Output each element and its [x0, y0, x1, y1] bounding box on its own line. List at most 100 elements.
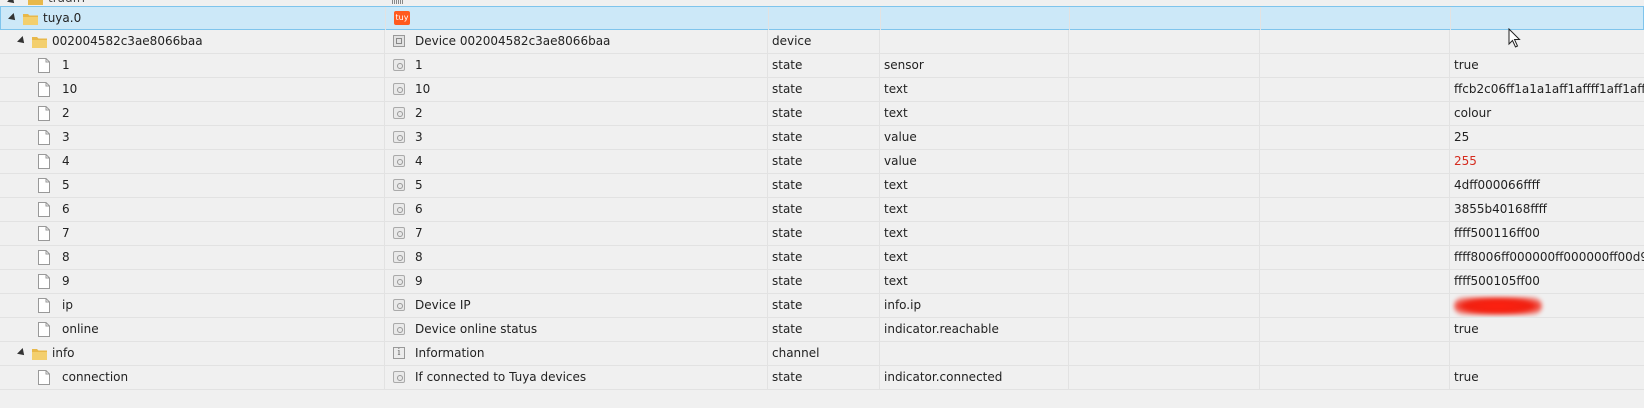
- value-cell[interactable]: ffff500116ff00: [1450, 222, 1644, 245]
- value-cell[interactable]: 3855b40168ffff: [1450, 198, 1644, 221]
- function-cell[interactable]: [1260, 222, 1450, 245]
- file-icon: [38, 250, 50, 265]
- room-cell[interactable]: [1069, 150, 1260, 173]
- function-cell[interactable]: [1260, 318, 1450, 341]
- value-cell[interactable]: 25: [1450, 126, 1644, 149]
- tree-row[interactable]: 2 2 state text colour: [0, 102, 1644, 126]
- name-cell[interactable]: online: [0, 318, 385, 341]
- name-cell[interactable]: ip: [0, 294, 385, 317]
- description-text: 2: [415, 106, 423, 120]
- name-cell[interactable]: 5: [0, 174, 385, 197]
- room-cell[interactable]: [1069, 294, 1260, 317]
- tree-row[interactable]: 8 8 state text ffff8006ff000000ff000000ff00d…: [0, 246, 1644, 270]
- state-icon: [393, 371, 405, 383]
- tree-row[interactable]: 9 9 state text ffff500105ff00: [0, 270, 1644, 294]
- node-name: online: [62, 322, 99, 336]
- name-cell[interactable]: info: [0, 342, 385, 365]
- expand-arrow-icon[interactable]: [17, 36, 27, 46]
- function-cell[interactable]: [1260, 126, 1450, 149]
- description-cell: Device online status: [385, 318, 768, 341]
- function-cell[interactable]: [1260, 198, 1450, 221]
- expand-arrow-icon[interactable]: [17, 348, 27, 358]
- function-cell[interactable]: [1260, 246, 1450, 269]
- room-cell[interactable]: [1069, 102, 1260, 125]
- function-cell[interactable]: [1260, 102, 1450, 125]
- value-cell[interactable]: [1451, 7, 1644, 30]
- tree-row[interactable]: 002004582c3ae8066baa Device 002004582c3ae…: [0, 30, 1644, 54]
- function-cell[interactable]: [1260, 150, 1450, 173]
- room-cell[interactable]: [1069, 126, 1260, 149]
- tree-row[interactable]: connection If connected to Tuya devices st…: [0, 366, 1644, 390]
- role-cell: [881, 7, 1070, 30]
- name-cell[interactable]: 8: [0, 246, 385, 269]
- tree-row[interactable]: 6 6 state text 3855b40168ffff: [0, 198, 1644, 222]
- room-cell[interactable]: [1069, 30, 1260, 53]
- name-cell[interactable]: 2: [0, 102, 385, 125]
- name-cell[interactable]: 1: [0, 54, 385, 77]
- description-text: Information: [415, 346, 485, 360]
- function-cell[interactable]: [1260, 54, 1450, 77]
- name-cell[interactable]: 7: [0, 222, 385, 245]
- room-cell[interactable]: [1069, 318, 1260, 341]
- function-cell[interactable]: [1260, 30, 1450, 53]
- tree-row[interactable]: tuya.0 tuy: [0, 6, 1644, 30]
- room-cell[interactable]: [1069, 366, 1260, 389]
- value-cell[interactable]: ffff500105ff00: [1450, 270, 1644, 293]
- name-cell[interactable]: 6: [0, 198, 385, 221]
- value-cell[interactable]: ffcb2c06ff1a1a1aff1affff1aff1aff: [1450, 78, 1644, 101]
- name-cell[interactable]: 4: [0, 150, 385, 173]
- tree-row[interactable]: 5 5 state text 4dff000066ffff: [0, 174, 1644, 198]
- folder-icon: [32, 349, 47, 360]
- room-cell[interactable]: [1069, 174, 1260, 197]
- room-cell[interactable]: [1069, 54, 1260, 77]
- role-cell: sensor: [880, 54, 1069, 77]
- tree-row[interactable]: online Device online status state indicator…: [0, 318, 1644, 342]
- value-cell[interactable]: true: [1450, 318, 1644, 341]
- type-cell: state: [768, 294, 880, 317]
- description-text: 1: [415, 58, 423, 72]
- value-cell[interactable]: [1450, 294, 1644, 317]
- value-cell[interactable]: 4dff000066ffff: [1450, 174, 1644, 197]
- type-cell: state: [768, 366, 880, 389]
- description-cell: 8: [385, 246, 768, 269]
- value-cell[interactable]: [1450, 30, 1644, 53]
- room-cell[interactable]: [1069, 78, 1260, 101]
- type-cell: state: [768, 78, 880, 101]
- value-cell[interactable]: [1450, 342, 1644, 365]
- value-cell[interactable]: true: [1450, 366, 1644, 389]
- tree-row[interactable]: 3 3 state value 25: [0, 126, 1644, 150]
- tree-row[interactable]: 10 10 state text ffcb2c06ff1a1a1aff1affff1af…: [0, 78, 1644, 102]
- tree-row[interactable]: info i Information channel: [0, 342, 1644, 366]
- room-cell[interactable]: [1069, 222, 1260, 245]
- name-cell[interactable]: tuya.0: [1, 7, 386, 30]
- value-cell[interactable]: 255: [1450, 150, 1644, 173]
- description-text: Device 002004582c3ae8066baa: [415, 34, 611, 48]
- function-cell[interactable]: [1260, 174, 1450, 197]
- room-cell[interactable]: [1069, 246, 1260, 269]
- description-cell: Device 002004582c3ae8066baa: [385, 30, 768, 53]
- room-cell[interactable]: [1069, 342, 1260, 365]
- name-cell[interactable]: connection: [0, 366, 385, 389]
- tree-row[interactable]: 7 7 state text ffff500116ff00: [0, 222, 1644, 246]
- room-cell[interactable]: [1069, 198, 1260, 221]
- room-cell[interactable]: [1070, 7, 1261, 30]
- function-cell[interactable]: [1261, 7, 1451, 30]
- name-cell[interactable]: 002004582c3ae8066baa: [0, 30, 385, 53]
- value-cell[interactable]: true: [1450, 54, 1644, 77]
- name-cell[interactable]: 3: [0, 126, 385, 149]
- name-cell[interactable]: 9: [0, 270, 385, 293]
- value-cell[interactable]: ffff8006ff000000ff000000ff00d9: [1450, 246, 1644, 269]
- tree-row[interactable]: ip Device IP state info.ip: [0, 294, 1644, 318]
- function-cell[interactable]: [1260, 342, 1450, 365]
- expand-arrow-icon[interactable]: [8, 13, 18, 23]
- tree-row[interactable]: 4 4 state value 255: [0, 150, 1644, 174]
- function-cell[interactable]: [1260, 270, 1450, 293]
- function-cell[interactable]: [1260, 78, 1450, 101]
- tree-row[interactable]: 1 1 state sensor true: [0, 54, 1644, 78]
- node-name: 1: [62, 58, 70, 72]
- room-cell[interactable]: [1069, 270, 1260, 293]
- function-cell[interactable]: [1260, 366, 1450, 389]
- name-cell[interactable]: 10: [0, 78, 385, 101]
- function-cell[interactable]: [1260, 294, 1450, 317]
- value-cell[interactable]: colour: [1450, 102, 1644, 125]
